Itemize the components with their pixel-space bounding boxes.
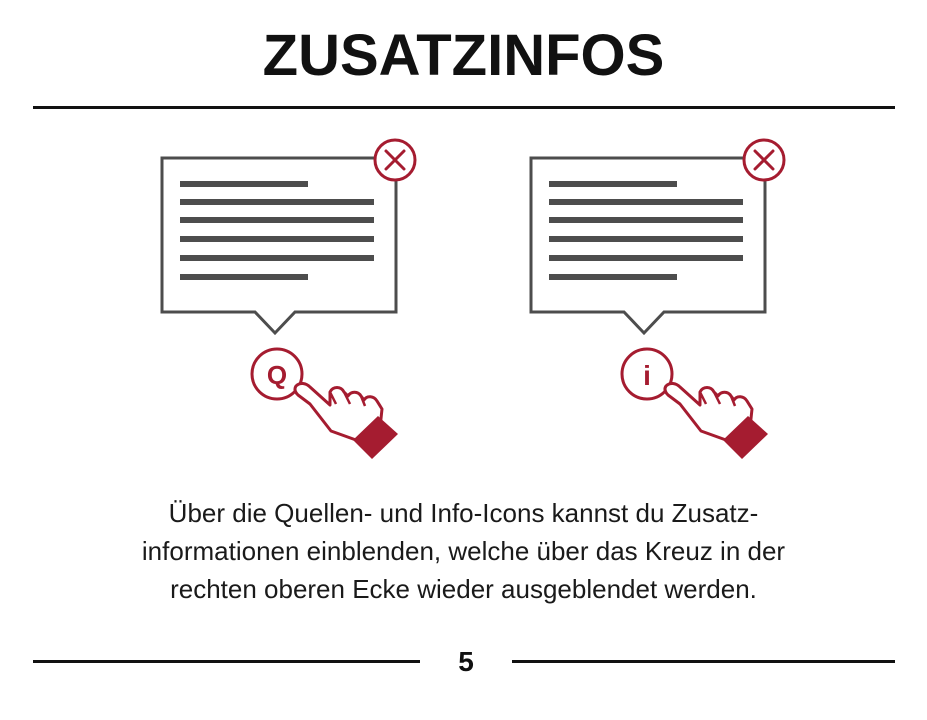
description-line: informationen einblenden, welche über da… (141, 536, 786, 566)
pointing-hand-icon (663, 382, 768, 459)
close-icon[interactable] (373, 138, 417, 182)
info-icon-letter: i (643, 360, 651, 391)
close-icon[interactable] (742, 138, 786, 182)
info-popup-left (160, 138, 417, 336)
info-popup-right (529, 138, 786, 336)
source-icon-letter: Q (267, 360, 287, 390)
illustration: Q i (160, 138, 786, 459)
description-line: Über die Quellen- und Info-Icons kannst … (168, 498, 759, 528)
pointing-hand-icon (293, 382, 398, 459)
footer-divider-left (33, 660, 420, 663)
description: Über die Quellen- und Info-Icons kannst … (60, 494, 867, 608)
footer-divider-right (512, 660, 895, 663)
page-number: 5 (458, 646, 474, 677)
description-line: rechten oberen Ecke wieder ausgeblendet … (170, 574, 757, 604)
